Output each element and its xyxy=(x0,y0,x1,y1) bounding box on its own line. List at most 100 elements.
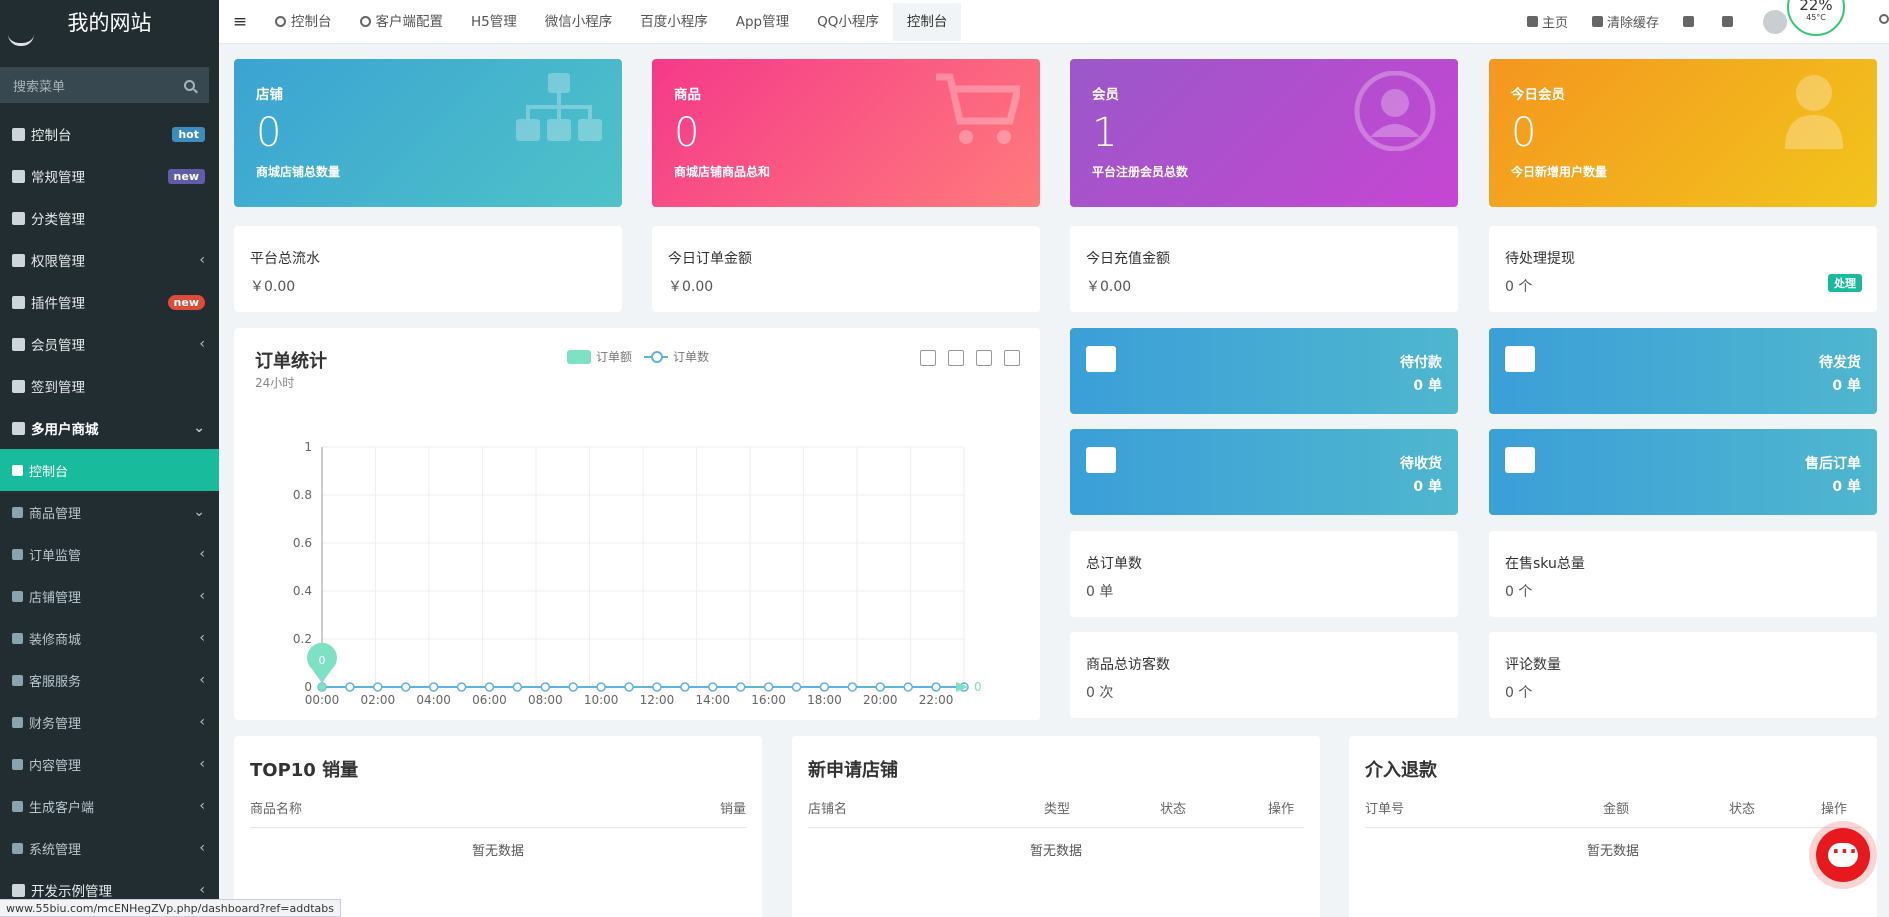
tab-client-config[interactable]: 客户端配置 xyxy=(346,3,458,41)
tab-qq-mini[interactable]: QQ小程序 xyxy=(803,3,893,41)
circle-icon xyxy=(359,16,371,27)
fullscreen-button[interactable] xyxy=(1710,16,1749,27)
end-label: 0 xyxy=(974,680,982,694)
gauge-temperature: 45°C xyxy=(1806,13,1826,22)
sidebar-item-label: 常规管理 xyxy=(31,170,85,186)
clear-cache-button[interactable]: 清除缓存 xyxy=(1580,12,1671,31)
site-brand[interactable]: 我的网站 xyxy=(0,0,219,46)
search-icon[interactable] xyxy=(184,79,195,91)
sidebar-item-order[interactable]: 订单监管 ‹ xyxy=(0,533,219,575)
hot-badge: hot xyxy=(172,126,205,142)
users-icon xyxy=(12,253,25,267)
tab-app[interactable]: App管理 xyxy=(722,3,803,41)
tab-wechat-mini[interactable]: 微信小程序 xyxy=(531,3,627,41)
y-tick-label: 0.8 xyxy=(293,488,312,502)
tile-label: 待发货 xyxy=(1819,355,1861,371)
sidebar-item-dashboard[interactable]: 控制台 hot xyxy=(0,113,219,155)
tile-pending-payment[interactable]: 待付款 0 单 xyxy=(1070,328,1458,414)
gear-icon xyxy=(12,842,23,854)
card-desc: 今日新增用户数量 xyxy=(1511,165,1608,179)
sidebar-item-client-build[interactable]: 生成客户端 ‹ xyxy=(0,785,219,827)
truck-icon xyxy=(1505,346,1535,372)
tile-pending-receipt[interactable]: 待收货 0 单 xyxy=(1070,429,1458,515)
sidebar-item-multishop[interactable]: 多用户商城 ⌄ xyxy=(0,407,219,449)
stat-label: 评论数量 xyxy=(1505,657,1561,673)
sidebar-item-label: 店铺管理 xyxy=(29,590,82,606)
data-point xyxy=(875,682,886,692)
sidebar-item-plugin[interactable]: 插件管理 new xyxy=(0,281,219,323)
tab-label: 控制台 xyxy=(906,13,948,30)
language-button[interactable] xyxy=(1671,16,1710,27)
column-header: 类型 xyxy=(1044,802,1071,817)
chat-bubble-icon xyxy=(1828,839,1858,867)
chevron-down-icon: ⌄ xyxy=(193,420,205,436)
sidebar-item-finance[interactable]: 财务管理 ‹ xyxy=(0,701,219,743)
fullscreen-icon xyxy=(1722,16,1733,27)
chevron-left-icon: ‹ xyxy=(199,882,205,898)
chevron-left-icon: ‹ xyxy=(199,546,205,562)
order-chart: 0 0.2 0.4 0.6 0.8 1 00:00 02:00 04:00 06:00 08:00 1… xyxy=(293,440,982,707)
stat-card-shops: 店铺 0 商城店铺总数量 xyxy=(234,59,622,207)
tab-dashboard[interactable]: 控制台 xyxy=(261,3,346,41)
chevron-left-icon: ‹ xyxy=(199,714,205,730)
sidebar-item-member[interactable]: 会员管理 ‹ xyxy=(0,323,219,365)
sidebar-item-label: 商品管理 xyxy=(29,506,82,522)
gear-icon[interactable] xyxy=(1879,14,1889,24)
home-icon xyxy=(1526,16,1538,27)
stat-label: 平台总流水 xyxy=(250,251,320,267)
sidebar-item-decoration[interactable]: 装修商城 ‹ xyxy=(0,617,219,659)
chat-button[interactable] xyxy=(1809,821,1877,889)
data-point xyxy=(847,682,858,692)
home-link[interactable]: 主页 xyxy=(1515,12,1580,31)
process-button[interactable]: 处理 xyxy=(1828,274,1862,292)
tab-h5[interactable]: H5管理 xyxy=(457,3,531,41)
magic-icon xyxy=(12,883,25,897)
tab-baidu-mini[interactable]: 百度小程序 xyxy=(626,3,722,41)
rocket-icon xyxy=(12,295,25,309)
stat-label: 待处理提现 xyxy=(1505,251,1575,267)
stat-value: ￥0.00 xyxy=(250,279,296,295)
stat-card-members: 会员 1 平台注册会员总数 xyxy=(1070,59,1458,207)
avatar[interactable] xyxy=(1763,9,1787,34)
sidebar-item-shop-dashboard[interactable]: 控制台 xyxy=(0,449,219,491)
stat-value: 0 次 xyxy=(1086,685,1114,701)
stat-today-recharge: 今日充值金额 ￥0.00 xyxy=(1070,226,1458,312)
brand-title: 我的网站 xyxy=(67,11,152,35)
sidebar-item-goods[interactable]: 商品管理 ⌄ xyxy=(0,491,219,533)
x-tick-label: 00:00 xyxy=(305,693,340,707)
chevron-left-icon: ‹ xyxy=(199,588,205,604)
x-tick-label: 14:00 xyxy=(695,693,730,707)
x-tick-label: 06:00 xyxy=(472,693,507,707)
sidebar-item-general[interactable]: 常规管理 new xyxy=(0,155,219,197)
x-tick-label: 20:00 xyxy=(863,693,898,707)
y-tick-label: 0.2 xyxy=(293,632,312,646)
sidebar-item-system[interactable]: 系统管理 ‹ xyxy=(0,827,219,869)
table-header: 商品名称 销量 xyxy=(250,798,746,828)
sidebar-item-shop[interactable]: 店铺管理 ‹ xyxy=(0,575,219,617)
tile-after-sales[interactable]: 售后订单 0 单 xyxy=(1489,429,1877,515)
coffee-icon xyxy=(1086,346,1116,372)
sidebar-item-content[interactable]: 内容管理 ‹ xyxy=(0,743,219,785)
topbar: ≡ 控制台 客户端配置 H5管理 微信小程序 百度小程序 App管理 QQ小程序… xyxy=(219,0,1889,44)
sidebar-item-label: 生成客户端 xyxy=(29,800,95,816)
sidebar-item-signin[interactable]: 签到管理 xyxy=(0,365,219,407)
tab-label: App管理 xyxy=(735,13,790,30)
order-chart-panel: 订单统计 24小时 订单额 订单数 0 0.2 0.4 0.6 0.8 1 00:00 02:… xyxy=(234,328,1040,720)
menu-search-input[interactable]: 搜索菜单 xyxy=(0,67,209,103)
sidebar-item-permission[interactable]: 权限管理 ‹ xyxy=(0,239,219,281)
sidebar-item-label: 控制台 xyxy=(29,464,69,480)
tile-pending-shipment[interactable]: 待发货 0 单 xyxy=(1489,328,1877,414)
menu-toggle-icon[interactable]: ≡ xyxy=(219,12,261,32)
sidebar-item-label: 会员管理 xyxy=(31,338,85,354)
tab-shop-dashboard[interactable]: 控制台 xyxy=(892,2,962,41)
sidebar-item-category[interactable]: 分类管理 xyxy=(0,197,219,239)
y-tick-label: 0.4 xyxy=(293,584,312,598)
chevron-left-icon: ‹ xyxy=(199,252,205,268)
x-tick-label: 04:00 xyxy=(416,693,451,707)
sidebar-item-customer-service[interactable]: 客服服务 ‹ xyxy=(0,659,219,701)
wrench-icon xyxy=(12,421,25,435)
tile-value: 0 单 xyxy=(1832,479,1861,495)
tile-value: 0 单 xyxy=(1413,479,1442,495)
stat-comment-count: 评论数量 0 个 xyxy=(1489,632,1877,718)
sidebar-item-label: 插件管理 xyxy=(31,296,85,312)
